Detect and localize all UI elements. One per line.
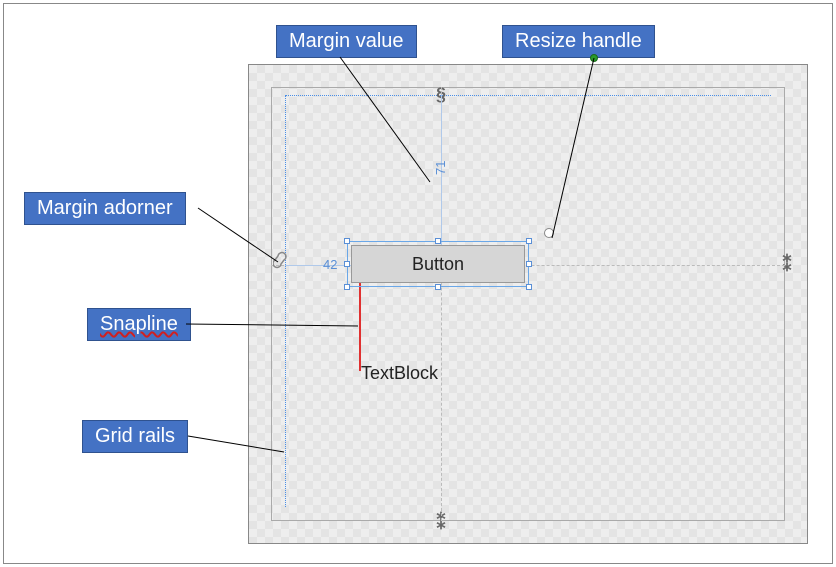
margin-value-top: 71: [433, 161, 448, 175]
callout-label: Margin value: [289, 30, 404, 52]
margin-adorner-icon[interactable]: [273, 251, 289, 277]
callout-connector-dot: [590, 54, 598, 62]
textblock-content: TextBlock: [361, 363, 438, 383]
button-content: Button: [412, 254, 464, 275]
snapline: [359, 283, 361, 371]
textblock-control[interactable]: TextBlock: [361, 363, 438, 384]
callout-snapline: Snapline: [87, 308, 191, 341]
callout-label: Margin adorner: [37, 197, 173, 219]
callout-label: Snapline: [100, 313, 178, 335]
callout-margin-value: Margin value: [276, 25, 417, 58]
button-control[interactable]: Button: [351, 245, 525, 283]
callout-grid-rails: Grid rails: [82, 420, 188, 453]
callout-resize-handle: Resize handle: [502, 25, 655, 58]
margin-value-left: 42: [323, 257, 337, 272]
grid-rail-top[interactable]: [285, 95, 771, 96]
callout-margin-adorner: Margin adorner: [24, 192, 186, 225]
layout-root-border: [271, 87, 785, 521]
designer-surface[interactable]: § ⁑ ⁑ 42 71 Button TextBlock: [248, 64, 808, 544]
callout-label: Grid rails: [95, 425, 175, 447]
margin-line-left: [285, 265, 351, 266]
callout-label: Resize handle: [515, 30, 642, 52]
grid-rail-left[interactable]: [285, 95, 286, 507]
